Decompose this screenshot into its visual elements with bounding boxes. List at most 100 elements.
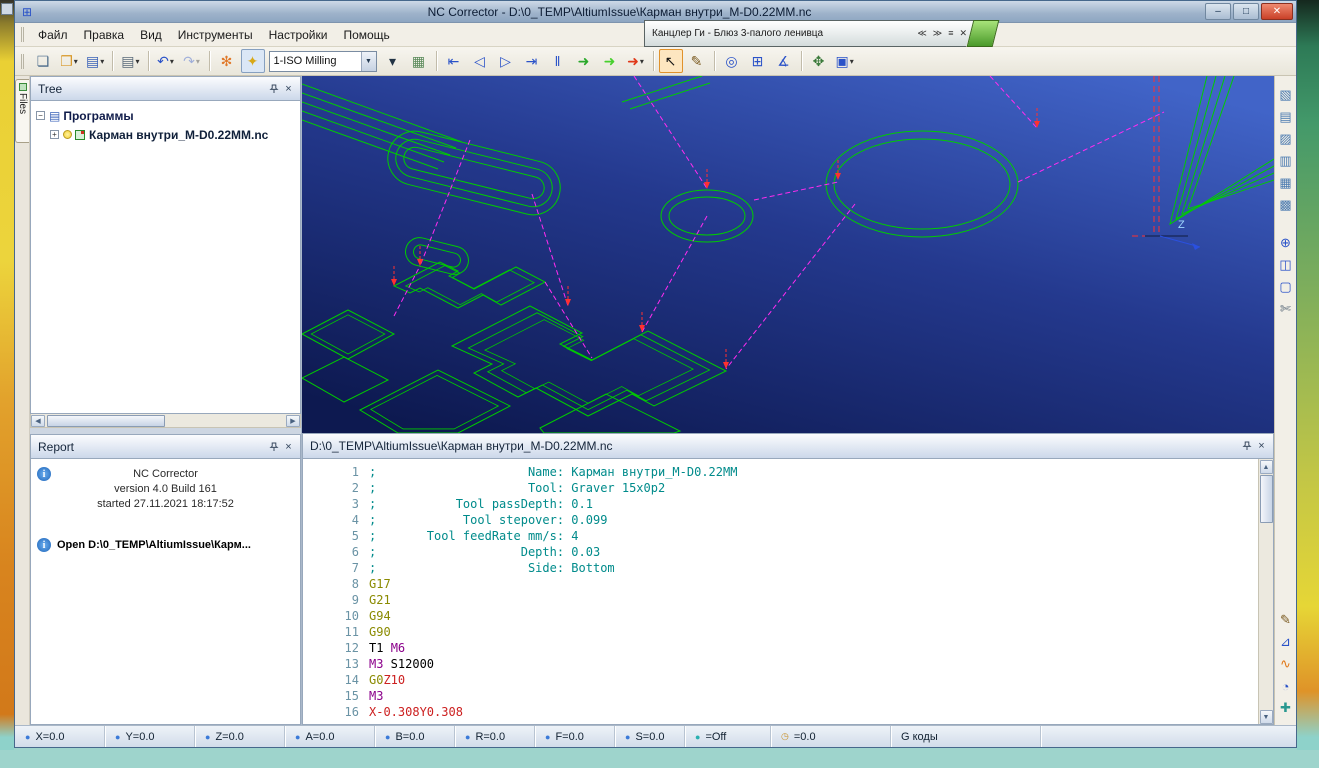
select-cursor-button[interactable]: ↖ (658, 49, 683, 73)
scroll-down-icon[interactable]: ▼ (1259, 710, 1273, 724)
scroll-up-icon[interactable]: ▲ (1259, 460, 1273, 474)
zoom-window-button[interactable]: ◫ (1276, 255, 1296, 275)
go-first-button[interactable]: ⇤ (442, 49, 466, 73)
dropdown-arrow-icon[interactable]: ▾ (196, 57, 200, 66)
code-line[interactable]: 1 ; Name: Карман внутри_M-D0.22MM (303, 464, 1258, 480)
maximize-button[interactable]: □ (1233, 3, 1259, 20)
player-prev-button[interactable]: ≪ (917, 28, 926, 39)
code-line[interactable]: 10 G94 (303, 608, 1258, 624)
tree-root-programs[interactable]: − ▤ Программы (33, 106, 298, 125)
tree-horizontal-scrollbar[interactable]: ◀ ▶ (30, 414, 301, 428)
transform-button[interactable]: ✥ (807, 49, 831, 73)
pause-button[interactable]: ‖ (546, 49, 570, 73)
collapse-icon[interactable]: − (36, 111, 45, 120)
dropdown-arrow-icon[interactable]: ▾ (850, 57, 854, 66)
pin-icon[interactable] (266, 81, 281, 96)
code-line[interactable]: 11 G90 (303, 624, 1258, 640)
close-panel-button[interactable]: × (281, 81, 296, 96)
run-button[interactable]: ➜ (572, 49, 596, 73)
pin-icon[interactable] (1239, 439, 1254, 454)
close-panel-button[interactable]: × (1254, 439, 1269, 454)
menu-item-tools[interactable]: Инструменты (170, 25, 261, 45)
player-next-button[interactable]: ≫ (933, 28, 942, 39)
viewport-canvas[interactable]: Z (302, 76, 1274, 433)
code-line[interactable]: 15 M3 (303, 688, 1258, 704)
options-button[interactable]: ✻ (215, 49, 239, 73)
music-player-overlay[interactable]: Канцлер Ги - Блюз 3-палого ленивца ≪ ≫ ≡ ✕ (644, 20, 1000, 47)
menu-item-file[interactable]: Файл (30, 25, 76, 45)
combo-dropdown-icon[interactable]: ▼ (360, 51, 376, 71)
menubar-grip[interactable] (21, 27, 26, 42)
drill-button[interactable]: ✚ (1276, 698, 1296, 718)
center-view-button[interactable]: ◎ (720, 49, 744, 73)
run-fast-button[interactable]: ➜ (598, 49, 622, 73)
code-line[interactable]: 12 T1 M6 (303, 640, 1258, 656)
close-button[interactable]: ✕ (1261, 3, 1293, 20)
grid-button[interactable]: ⊞ (746, 49, 770, 73)
code-line[interactable]: 9 G21 (303, 592, 1258, 608)
code-line[interactable]: 14 G0Z10 (303, 672, 1258, 688)
pin-icon[interactable] (266, 439, 281, 454)
scroll-right-icon[interactable]: ▶ (286, 414, 300, 427)
view-left-button[interactable]: ▥ (1276, 151, 1296, 171)
code-lines[interactable]: 1 ; Name: Карман внутри_M-D0.22MM 2 ; Tool:… (303, 459, 1258, 724)
open-file-button[interactable]: ❒ ▾ (57, 49, 81, 73)
view-right-button[interactable]: ▦ (1276, 173, 1296, 193)
measure-button[interactable]: ∡ (772, 49, 796, 73)
play-button[interactable]: ▷ (494, 49, 518, 73)
menu-item-help[interactable]: Помощь (335, 25, 397, 45)
edit-mode-button[interactable]: ✎ (685, 49, 709, 73)
view-isometric-button[interactable]: ▩ (1276, 195, 1296, 215)
menu-item-settings[interactable]: Настройки (261, 25, 336, 45)
expand-icon[interactable]: + (50, 130, 59, 139)
player-close-button[interactable]: ✕ (959, 28, 967, 39)
code-line[interactable]: 6 ; Depth: 0.03 (303, 544, 1258, 560)
undo-button[interactable]: ↶ ▾ (154, 49, 178, 73)
view-front-right-button[interactable]: ▨ (1276, 129, 1296, 149)
report-log[interactable]: i NC Corrector version 4.0 Build 161 sta… (30, 459, 301, 725)
dropdown-arrow-icon[interactable]: ▾ (640, 57, 644, 66)
view-top-button[interactable]: ▤ (1276, 107, 1296, 127)
registration-key-button[interactable]: ✦ (240, 49, 265, 73)
new-file-button[interactable]: ❏ (31, 49, 55, 73)
player-playlist-button[interactable]: ≡ (948, 28, 953, 39)
view-front-left-button[interactable]: ▧ (1276, 85, 1296, 105)
code-line[interactable]: 5 ; Tool feedRate mm/s: 4 (303, 528, 1258, 544)
visibility-bulb-icon[interactable] (63, 130, 72, 139)
menu-item-view[interactable]: Вид (132, 25, 170, 45)
dropdown-arrow-icon[interactable]: ▾ (170, 57, 174, 66)
code-line[interactable]: 7 ; Side: Bottom (303, 560, 1258, 576)
scroll-thumb[interactable] (47, 414, 165, 427)
edit-path-button[interactable]: ✎ (1276, 610, 1296, 630)
tree-item-program[interactable]: + Карман внутри_M-D0.22MM.nc (33, 125, 298, 144)
code-line[interactable]: 2 ; Tool: Graver 15x0p2 (303, 480, 1258, 496)
run-to-break-button[interactable]: ➜ ▾ (624, 49, 648, 73)
step-back-button[interactable]: ◁ (468, 49, 492, 73)
machine-view-button[interactable]: ▣ ▾ (833, 49, 857, 73)
close-panel-button[interactable]: × (281, 439, 296, 454)
code-vertical-scrollbar[interactable]: ▲ ▼ (1258, 459, 1273, 724)
dropdown-arrow-icon[interactable]: ▾ (74, 57, 78, 66)
interpolator-select[interactable]: 1-ISO Milling ▼ (268, 50, 377, 72)
code-line[interactable]: 3 ; Tool passDepth: 0.1 (303, 496, 1258, 512)
scroll-left-icon[interactable]: ◀ (31, 414, 45, 427)
knife-button[interactable]: ✄ (1276, 299, 1296, 319)
measure-angle-button[interactable]: ⊿ (1276, 632, 1296, 652)
code-line[interactable]: 4 ; Tool stepover: 0.099 (303, 512, 1258, 528)
print-button[interactable]: ▤ ▾ (118, 49, 142, 73)
simulation-settings-button[interactable]: ▦ (407, 49, 431, 73)
go-last-button[interactable]: ⇥ (520, 49, 544, 73)
scroll-track[interactable] (1259, 474, 1273, 709)
code-line[interactable]: 8 G17 (303, 576, 1258, 592)
files-tab[interactable]: Files (15, 79, 29, 143)
zoom-extents-button[interactable]: ▢ (1276, 277, 1296, 297)
toolbar-grip[interactable] (21, 53, 26, 69)
minimize-button[interactable]: – (1205, 3, 1231, 20)
code-line[interactable]: 16 X-0.308Y0.308 (303, 704, 1258, 720)
scroll-track[interactable] (45, 414, 286, 427)
dropdown-arrow-icon[interactable]: ▾ (135, 57, 139, 66)
saw-button[interactable]: ∿ (1276, 654, 1296, 674)
dropdown-arrow-icon[interactable]: ▾ (100, 57, 104, 66)
zoom-in-button[interactable]: ⊕ (1276, 233, 1296, 253)
scroll-thumb[interactable] (1259, 475, 1273, 523)
